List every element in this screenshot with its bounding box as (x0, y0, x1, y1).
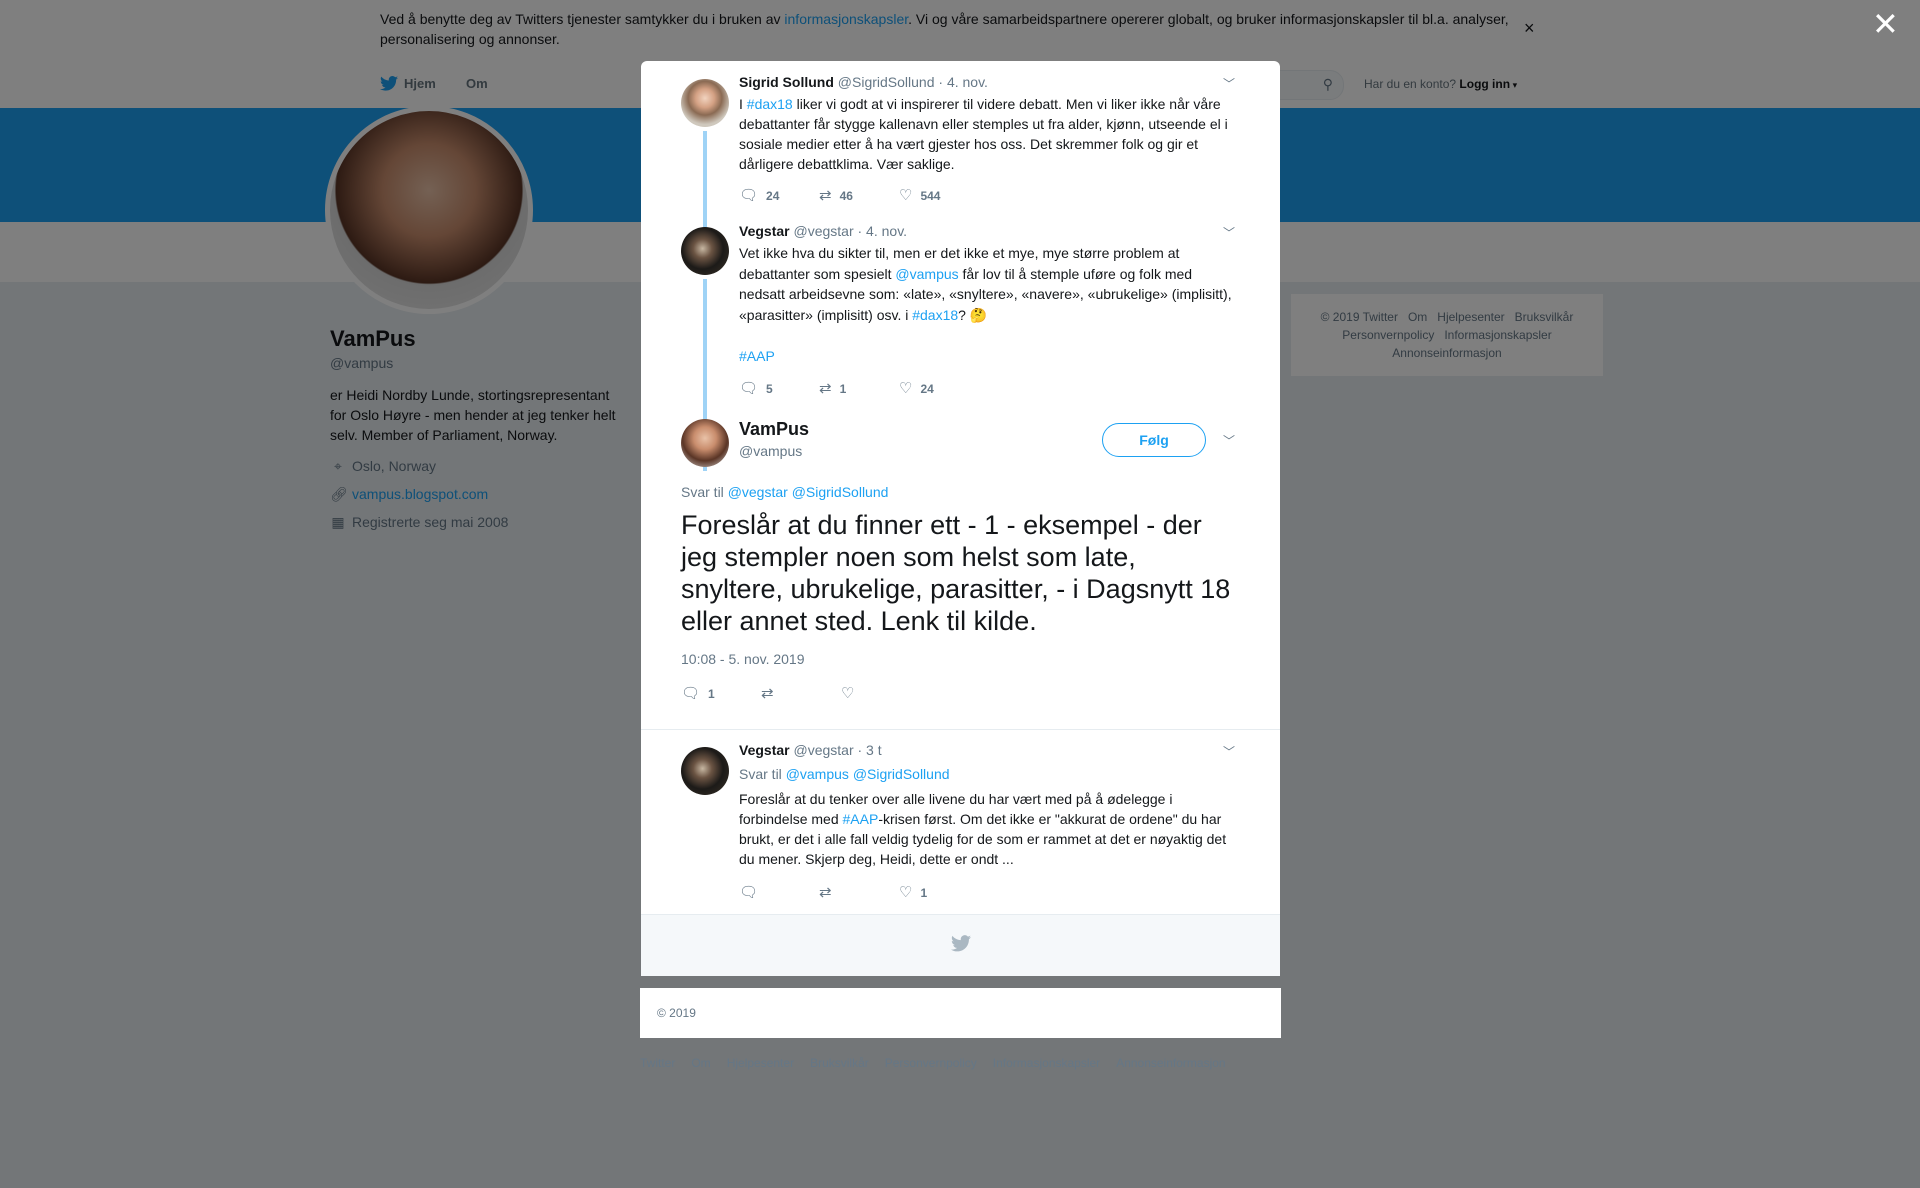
reply-to-label: Svar til (739, 766, 782, 782)
tweet-author-name[interactable]: Vegstar (739, 742, 790, 758)
chevron-down-icon[interactable]: ﹀ (1223, 224, 1235, 241)
heart-icon: ♡ (899, 884, 913, 901)
chevron-down-icon[interactable]: ﹀ (1223, 432, 1235, 449)
retweet-count: 46 (839, 189, 853, 203)
divider (641, 729, 1280, 730)
mention-link[interactable]: @vegstar (728, 484, 788, 500)
footer-cookies[interactable]: Informasjonskapsler (993, 1056, 1100, 1070)
tweet-author-name[interactable]: Sigrid Sollund (739, 74, 834, 90)
avatar[interactable] (681, 227, 729, 275)
retweet-button[interactable]: ⇄ 1 (819, 379, 846, 397)
reply-count: 5 (766, 382, 773, 396)
retweet-button[interactable]: ⇄ (819, 883, 840, 901)
mention-link[interactable]: @SigridSollund (792, 484, 889, 500)
like-button[interactable]: ♡ (841, 684, 862, 702)
reply-count: 24 (766, 189, 780, 203)
hashtag-link[interactable]: #AAP (739, 348, 775, 364)
reply-button[interactable]: 🗨︎ 1 (681, 684, 715, 702)
main-tweet-author-name[interactable]: VamPus (739, 419, 809, 440)
main-tweet-author-handle[interactable]: @vampus (739, 443, 802, 459)
avatar[interactable] (681, 419, 729, 467)
twitter-bird-icon (951, 935, 971, 952)
tweet-text-part: liker vi godt at vi inspirerer til vider… (739, 96, 1228, 172)
reply-to: Svar til @vampus @SigridSollund (739, 766, 950, 782)
reply-icon: 🗨︎ (681, 685, 701, 702)
tweet-author-handle[interactable]: @vegstar (793, 223, 853, 239)
tweet-text: Vet ikke hva du sikter til, men er det i… (739, 243, 1239, 366)
retweet-button[interactable]: ⇄ (761, 684, 782, 702)
retweet-icon: ⇄ (819, 884, 832, 901)
heart-icon: ♡ (899, 380, 913, 397)
like-button[interactable]: ♡ 1 (899, 883, 927, 901)
tweet-header: Vegstar @vegstar · 3 t (739, 742, 882, 758)
tweet-header: Sigrid Sollund @SigridSollund · 4. nov. (739, 74, 988, 90)
modal-footer (641, 914, 1280, 976)
footer-terms[interactable]: Bruksvilkår (810, 1056, 869, 1070)
tweet-text-part: I (739, 96, 747, 112)
retweet-button[interactable]: ⇄ 46 (819, 186, 853, 204)
like-count: 24 (920, 382, 934, 396)
tweet-header: Vegstar @vegstar · 4. nov. (739, 223, 907, 239)
tweet-modal: Sigrid Sollund @SigridSollund · 4. nov. … (641, 61, 1280, 976)
footer-ads-info[interactable]: Annonseinformasjon (1116, 1056, 1225, 1070)
like-button[interactable]: ♡ 24 (899, 379, 934, 397)
footer-copyright: © 2019 Twitter (640, 1006, 696, 1070)
chevron-down-icon[interactable]: ﹀ (1223, 743, 1235, 760)
hashtag-link[interactable]: #dax18 (912, 307, 958, 323)
heart-icon: ♡ (841, 685, 855, 702)
footer-help[interactable]: Hjelpesenter (727, 1056, 794, 1070)
bottom-footer: © 2019 Twitter Om Hjelpesenter Bruksvilkår P… (640, 988, 1281, 1070)
tweet-text-part: ? 🤔 (958, 306, 988, 323)
mention-link[interactable]: @vampus (786, 766, 849, 782)
tweet-text: I #dax18 liker vi godt at vi inspirerer … (739, 94, 1239, 174)
tweet-time[interactable]: · 4. nov. (938, 74, 988, 90)
main-tweet-text: Foreslår at du finner ett - 1 - eksempel… (681, 510, 1231, 636)
tweet-author-handle[interactable]: @vegstar (793, 742, 853, 758)
footer-privacy[interactable]: Personvernpolicy (885, 1056, 977, 1070)
reply-button[interactable]: 🗨︎ 5 (739, 379, 773, 397)
like-count: 1 (920, 886, 928, 900)
hashtag-link[interactable]: #AAP (843, 811, 879, 827)
reply-icon: 🗨︎ (739, 884, 759, 901)
reply-button[interactable]: 🗨︎ (739, 883, 766, 901)
tweet-author-name[interactable]: Vegstar (739, 223, 790, 239)
like-count: 544 (920, 189, 941, 203)
reply-icon: 🗨︎ (739, 380, 759, 397)
mention-link[interactable]: @vampus (895, 266, 958, 282)
chevron-down-icon[interactable]: ﹀ (1223, 75, 1235, 92)
like-button[interactable]: ♡ 544 (899, 186, 940, 204)
retweet-icon: ⇄ (761, 685, 774, 702)
avatar[interactable] (681, 79, 729, 127)
reply-icon: 🗨︎ (739, 187, 759, 204)
footer-about[interactable]: Om (691, 1056, 710, 1070)
hashtag-link[interactable]: #dax18 (747, 96, 793, 112)
tweet-time[interactable]: · 3 t (858, 742, 882, 758)
reply-count: 1 (708, 687, 715, 701)
avatar[interactable] (681, 747, 729, 795)
tweet-time[interactable]: · 4. nov. (858, 223, 908, 239)
retweet-icon: ⇄ (819, 380, 832, 397)
reply-to: Svar til @vegstar @SigridSollund (681, 484, 888, 500)
heart-icon: ♡ (899, 187, 913, 204)
reply-button[interactable]: 🗨︎ 24 (739, 186, 779, 204)
tweet-author-handle[interactable]: @SigridSollund (838, 74, 935, 90)
retweet-count: 1 (839, 382, 847, 396)
tweet-text: Foreslår at du tenker over alle livene d… (739, 789, 1239, 869)
close-icon[interactable]: ✕ (1872, 8, 1899, 40)
mention-link[interactable]: @SigridSollund (853, 766, 950, 782)
retweet-icon: ⇄ (819, 187, 832, 204)
follow-button[interactable]: Følg (1102, 423, 1206, 457)
reply-to-label: Svar til (681, 484, 724, 500)
main-tweet-timestamp[interactable]: 10:08 - 5. nov. 2019 (681, 651, 805, 667)
